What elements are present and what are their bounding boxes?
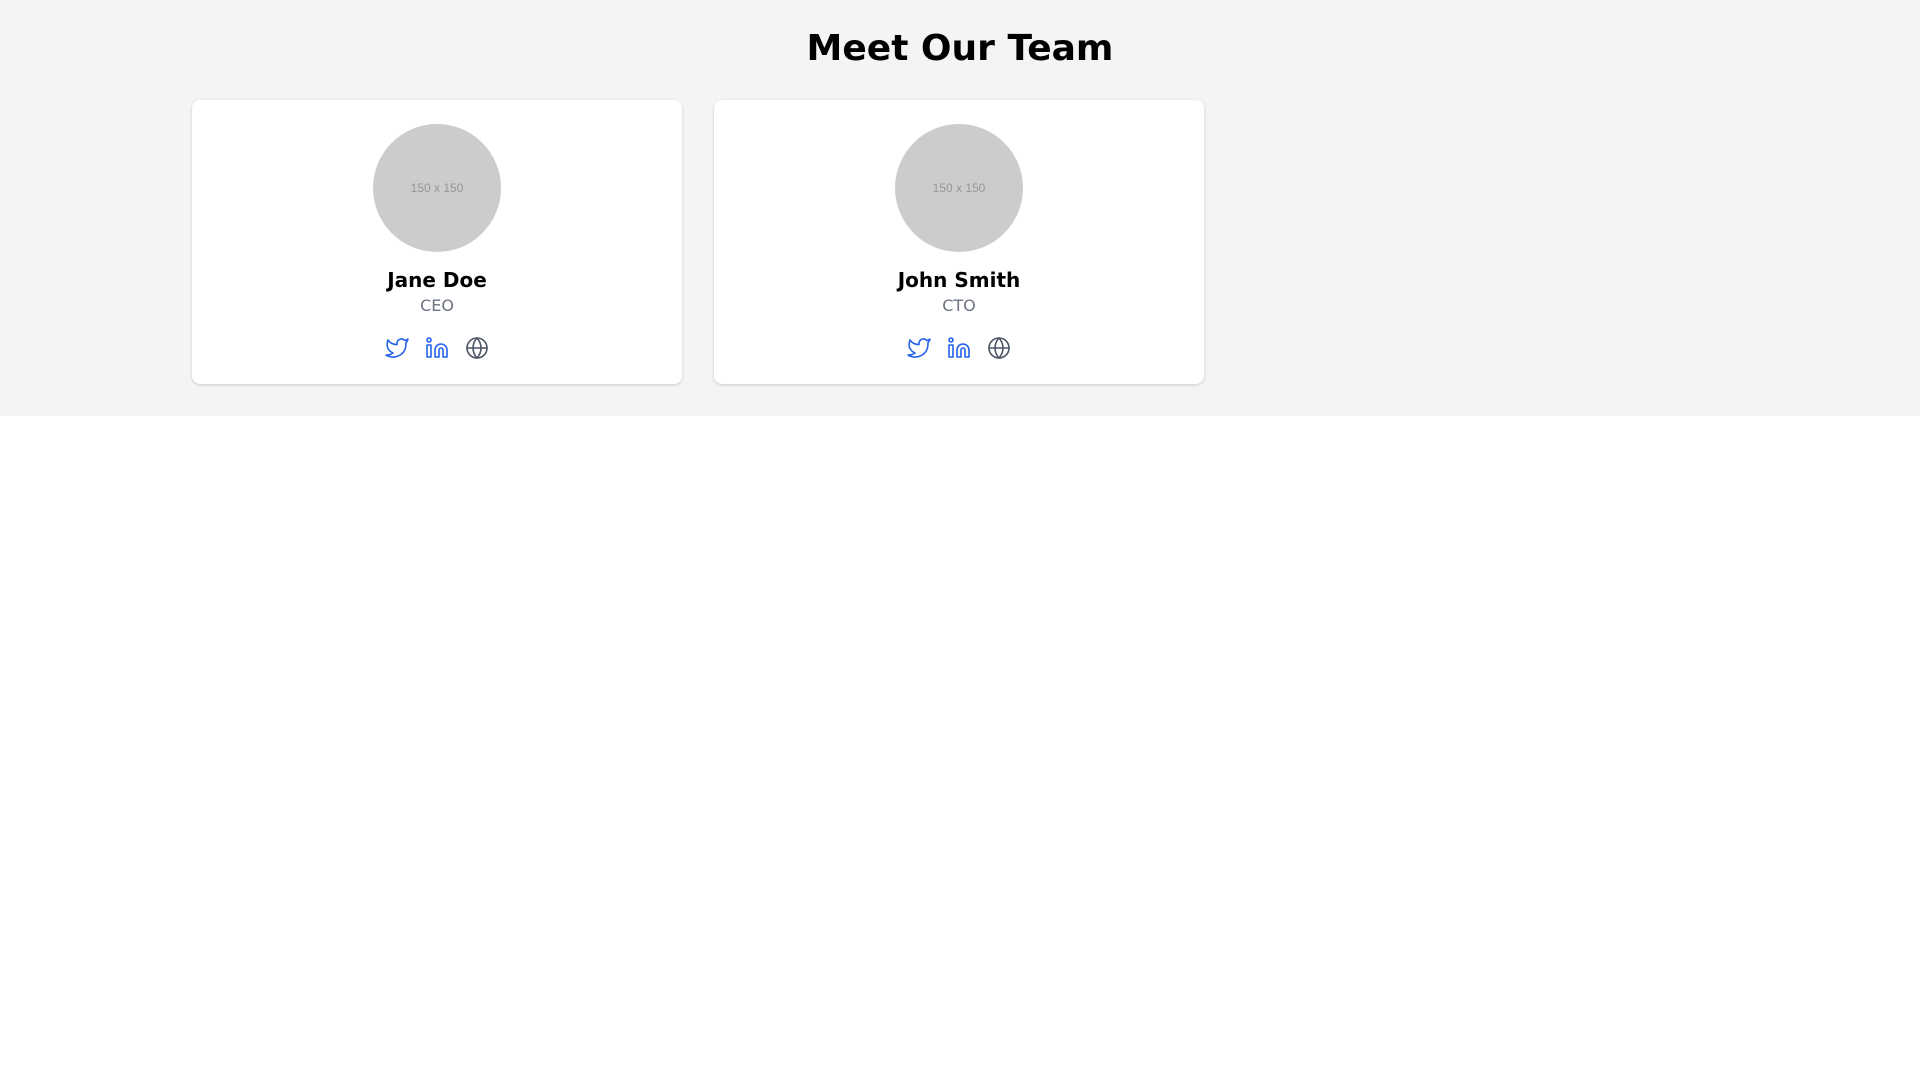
team-section: Meet Our Team 150 x 150 Jane Doe CEO 150… bbox=[0, 0, 1920, 416]
linkedin-link[interactable] bbox=[947, 336, 971, 360]
linkedin-icon bbox=[426, 337, 448, 358]
avatar: 150 x 150 bbox=[373, 124, 501, 252]
team-card: 150 x 150 Jane Doe CEO bbox=[192, 100, 682, 384]
twitter-link[interactable] bbox=[907, 336, 931, 360]
website-link[interactable] bbox=[465, 336, 489, 360]
globe-icon bbox=[988, 337, 1010, 359]
linkedin-link[interactable] bbox=[425, 336, 449, 360]
social-links bbox=[192, 336, 682, 360]
team-grid: 150 x 150 Jane Doe CEO 150 x 150 John Sm… bbox=[192, 100, 1204, 384]
linkedin-icon bbox=[948, 337, 970, 358]
avatar: 150 x 150 bbox=[895, 124, 1023, 252]
member-role: CEO bbox=[420, 296, 454, 315]
globe-icon bbox=[466, 337, 488, 359]
social-links bbox=[714, 336, 1204, 360]
twitter-link[interactable] bbox=[385, 336, 409, 360]
website-link[interactable] bbox=[987, 336, 1011, 360]
page-title: Meet Our Team bbox=[806, 28, 1114, 69]
twitter-icon bbox=[907, 338, 931, 358]
twitter-icon bbox=[385, 338, 409, 358]
team-card: 150 x 150 John Smith CTO bbox=[714, 100, 1204, 384]
member-name: Jane Doe bbox=[387, 268, 487, 292]
member-name: John Smith bbox=[897, 268, 1021, 292]
avatar-placeholder-text: 150 x 150 bbox=[410, 181, 464, 195]
member-role: CTO bbox=[942, 296, 976, 315]
avatar-placeholder-text: 150 x 150 bbox=[932, 181, 986, 195]
